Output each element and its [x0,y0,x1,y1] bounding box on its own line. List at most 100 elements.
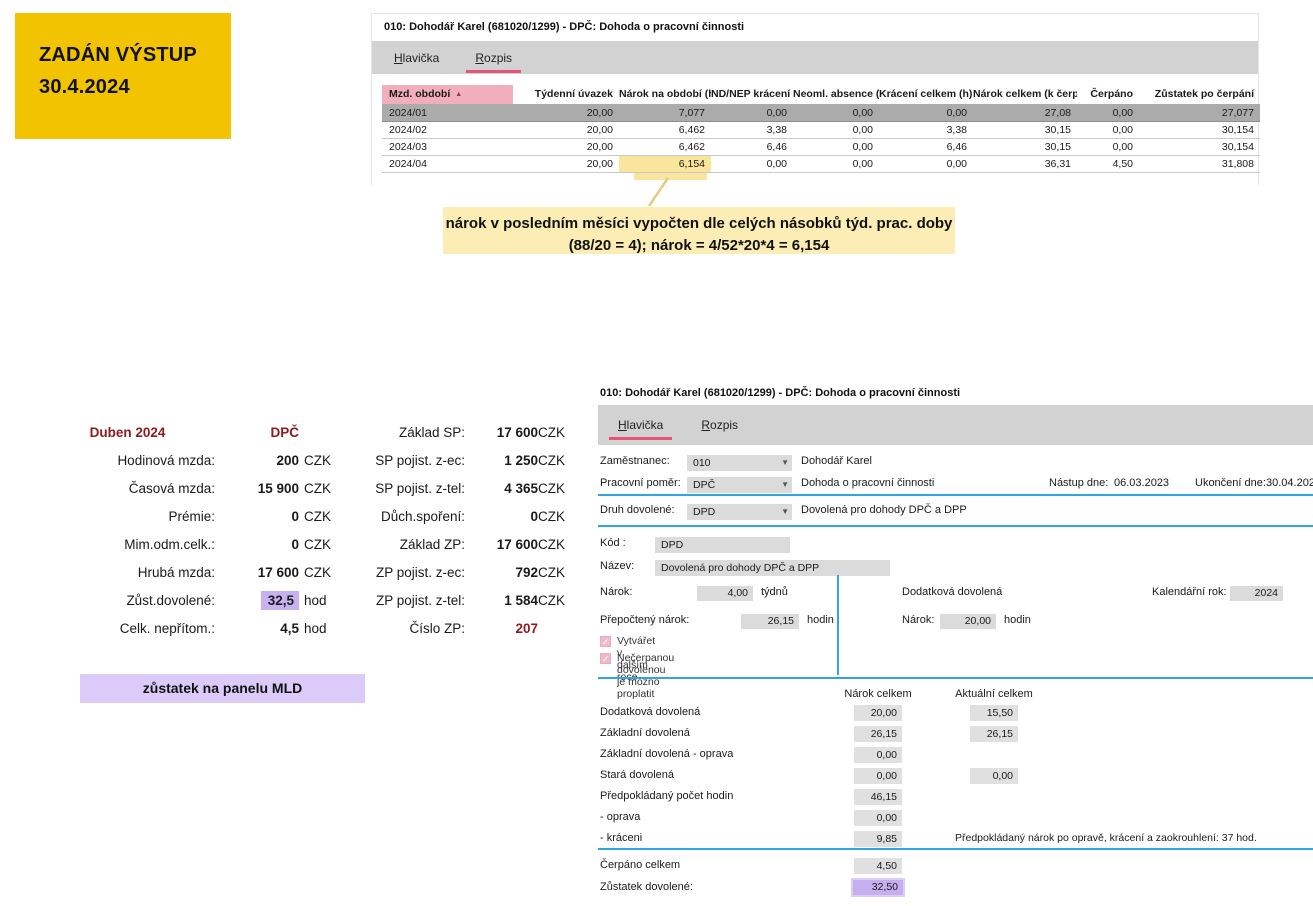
payslip-label: ZP pojist. z-tel: [349,593,465,608]
tab-bar: Hlavička Rozpis [372,41,1258,74]
payslip-value: 4 365 [465,481,538,496]
table-cell: 6,462 [619,139,711,155]
contract-combobox[interactable]: DPČ ▼ [687,477,792,493]
payslip-unit: CZK [299,565,341,580]
table-row[interactable]: 2024/0420,006,1540,000,000,0036,314,5031… [382,156,1260,173]
column-header[interactable]: Neoml. absence (h) [793,85,879,104]
summary-row: Předpokládaný počet hodin 46,15 [598,789,1313,807]
tab-bar: Hlavička Rozpis [598,405,1313,445]
table-cell: 0,00 [879,156,973,172]
payslip-value: 17 600 [215,565,299,580]
summary-total-row: Čerpáno celkem 4,50 [598,858,1313,876]
payslip-value: 207 [465,621,538,636]
summary-narok-field[interactable]: 20,00 [854,705,902,721]
summary-narok-field[interactable]: 46,15 [854,789,902,805]
table-cell: 31,808 [1139,156,1260,172]
additional-leave-title: Dodatková dovolená [902,586,1002,598]
checkbox-create-next-year[interactable]: ✓ [600,636,611,647]
chevron-down-icon[interactable]: ▼ [781,477,789,493]
recalc-entitlement-field[interactable]: 26,15 [741,614,799,629]
summary-label: Dodatková dovolená [600,706,700,718]
table-cell: 20,00 [513,156,619,172]
payslip-value: 1 250 [465,453,538,468]
tab-rozpis[interactable]: Rozpis [701,418,738,432]
table-cell: 2024/01 [382,105,513,121]
leave-type-combobox[interactable]: DPD ▼ [687,504,792,520]
name-field[interactable]: Dovolená pro dohody DPČ a DPP [655,560,890,576]
additional-entitlement-unit: hodin [1004,614,1031,626]
chevron-down-icon[interactable]: ▼ [781,504,789,520]
payslip-unit: CZK [538,537,578,552]
recalc-entitlement-unit: hodin [807,614,834,626]
table-cell: 20,00 [513,105,619,121]
column-header[interactable]: Mzd. období▲ [382,85,513,104]
summary-aktualni-field[interactable]: 26,15 [970,726,1018,742]
summary-label: Předpokládaný počet hodin [600,790,733,802]
summary-aktualni-field[interactable]: 15,50 [970,705,1018,721]
table-cell: 30,154 [1139,139,1260,155]
summary-narok-field[interactable]: 0,00 [854,768,902,784]
summary-aktualni-field[interactable]: 0,00 [970,768,1018,784]
entitlement-field[interactable]: 4,00 [697,586,753,601]
tab-hlavička[interactable]: Hlavička [618,418,663,432]
summary-narok-field[interactable]: 0,00 [854,747,902,763]
vacation-balance-field[interactable]: 32,50 [851,878,905,897]
tab-hlavička[interactable]: Hlavička [394,51,439,65]
table-cell: 30,15 [973,122,1077,138]
summary-label: - oprava [600,811,640,823]
employee-combobox[interactable]: 010 ▼ [687,455,792,471]
table-cell: 0,00 [793,139,879,155]
table-cell: 6,46 [711,139,793,155]
table-cell: 3,38 [711,122,793,138]
employee-code: 010 [693,457,711,469]
tab-rozpis[interactable]: Rozpis [475,51,512,65]
payslip-label: Základ ZP: [349,537,465,552]
column-header[interactable]: Nárok na období (h) [619,85,711,104]
end-date-value[interactable]: 30.04.2024 [1266,477,1313,489]
code-label: Kód : [600,537,626,549]
payslip-value: 792 [465,565,538,580]
summary-narok-field[interactable]: 9,85 [854,831,902,847]
payslip-value: 17 600 [465,425,538,440]
code-field[interactable]: DPD [655,537,790,553]
payslip-unit: CZK [299,509,341,524]
column-header[interactable]: Nárok celkem (k čerpání) [973,85,1077,104]
yellow-annotation: nárok v posledním měsíci vypočten dle ce… [443,207,955,254]
table-cell: 0,00 [1077,105,1139,121]
payslip-row: Celk. nepřítom.:4,5hodČíslo ZP:207 [40,614,578,642]
payslip-row: Mim.odm.celk.:0CZKZáklad ZP:17 600CZK [40,530,578,558]
start-date-value[interactable]: 06.03.2023 [1114,477,1169,489]
summary-narok-field[interactable]: 26,15 [854,726,902,742]
summary-value-field[interactable]: 4,50 [854,858,902,874]
payslip-unit: CZK [299,537,341,552]
table-row[interactable]: 2024/0320,006,4626,460,006,4630,150,0030… [382,139,1260,156]
chevron-down-icon[interactable]: ▼ [781,455,789,471]
payslip-unit: CZK [538,565,578,580]
summary-narok-field[interactable]: 0,00 [854,810,902,826]
table-cell: 0,00 [793,156,879,172]
calendar-year-field[interactable]: 2024 [1230,586,1283,601]
column-header[interactable]: Čerpáno [1077,85,1139,104]
checkbox-payout-unused[interactable]: ✓ [600,653,611,664]
divider [598,677,1313,679]
column-header[interactable]: ND/NEP krácení (h) [711,85,793,104]
table-cell: 6,462 [619,122,711,138]
payslip-label: Mim.odm.celk.: [40,537,215,552]
table-cell: 2024/03 [382,139,513,155]
hlavicka-panel: 010: Dohodář Karel (681020/1299) - DPČ: … [598,385,1313,906]
divider [598,494,1313,496]
table-row[interactable]: 2024/0220,006,4623,380,003,3830,150,0030… [382,122,1260,139]
table-cell: 2024/02 [382,122,513,138]
column-header[interactable]: Krácení celkem (h) [879,85,973,104]
payslip-value: 15 900 [215,481,299,496]
payslip-unit: CZK [538,425,578,440]
column-header[interactable]: Týdenní úvazek [513,85,619,104]
payslip-label: Zůst.dovolené: [40,593,215,608]
table-row[interactable]: 2024/0120,007,0770,000,000,0027,080,0027… [382,105,1260,122]
payslip-label: Základ SP: [349,425,465,440]
additional-entitlement-field[interactable]: 20,00 [940,614,996,629]
payslip-row: Duben 2024DPČZáklad SP:17 600CZK [40,418,578,446]
yellow-annotation-line2: (88/20 = 4); nárok = 4/52*20*4 = 6,154 [443,235,955,257]
summary-label: Čerpáno celkem [600,859,680,871]
column-header[interactable]: Zůstatek po čerpání [1139,85,1260,104]
